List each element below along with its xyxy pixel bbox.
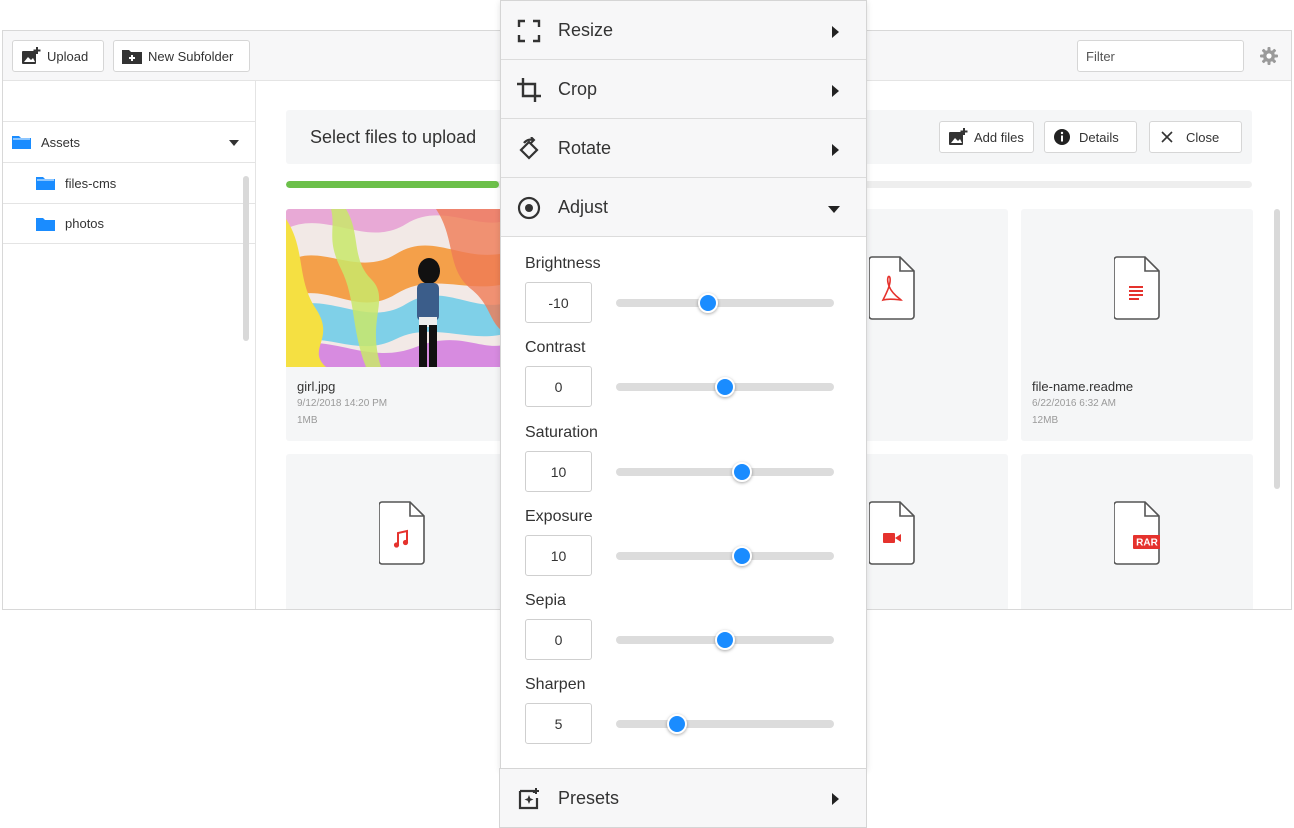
contrast-slider[interactable] [616,377,834,397]
resize-label: Resize [558,19,614,40]
sidebar-scrollbar[interactable] [243,176,249,341]
close-button[interactable]: Close [1149,121,1242,153]
file-name: girl.jpg [297,379,336,394]
sidebar-item-label: Assets [41,134,81,150]
resize-section[interactable]: Resize [501,1,866,60]
video-file-icon [869,501,915,565]
chevron-down-icon[interactable] [229,140,239,146]
upload-button[interactable]: Upload [12,40,104,72]
sidebar: Assets files-cms photos [3,81,256,609]
saturation-slider-handle[interactable] [732,462,753,482]
contrast-slider-handle[interactable] [715,377,735,397]
adjust-section[interactable]: Adjust [501,178,866,237]
file-card[interactable]: RAR [1021,454,1253,609]
archive-file-icon: RAR [1114,501,1160,565]
rar-badge: RAR [1136,538,1158,549]
sharpen-input[interactable]: 5 [525,703,592,744]
adjust-label: Adjust [558,196,609,217]
add-files-button[interactable]: Add files [939,121,1034,153]
sharpen-slider[interactable] [616,714,834,734]
chevron-right-icon [832,793,839,805]
exposure-slider-handle[interactable] [732,546,753,566]
exposure-slider[interactable] [616,546,834,566]
chevron-down-icon [828,206,840,213]
pdf-file-icon [869,256,915,320]
folder-icon [36,217,55,231]
sharpen-slider-handle[interactable] [667,714,688,734]
close-label: Close [1186,129,1220,145]
upload-progress-fill [286,181,499,188]
rotate-icon [517,136,541,161]
audio-file-icon [379,501,425,565]
new-subfolder-button[interactable]: New Subfolder [113,40,250,72]
file-thumbnail: RAR [1021,454,1253,609]
upload-label: Upload [47,48,89,64]
crop-label: Crop [558,78,598,99]
chevron-right-icon [832,26,839,38]
file-thumbnail [1021,209,1253,367]
chevron-right-icon [832,85,839,97]
text-file-icon [1114,256,1160,320]
brightness-label: Brightness [525,255,601,272]
file-size: 12MB [1032,415,1059,426]
contrast-input[interactable]: 0 [525,366,592,407]
folder-icon [12,136,31,149]
sidebar-item-photos[interactable]: photos [3,203,256,244]
rotate-label: Rotate [558,137,612,158]
sidebar-item-label: photos [65,216,105,231]
file-name: file-name.readme [1032,379,1134,394]
sidebar-item-files-cms[interactable]: files-cms [3,162,256,203]
add-files-label: Add files [974,129,1024,145]
sepia-label: Sepia [525,592,566,609]
saturation-input[interactable]: 10 [525,451,592,492]
sidebar-item-assets[interactable]: Assets [3,121,256,162]
close-icon [1160,128,1180,146]
folder-icon [36,177,55,190]
upload-title: Select files to upload [310,127,477,147]
saturation-label: Saturation [525,424,598,441]
add-image-icon [21,47,41,65]
brightness-input[interactable]: -10 [525,282,592,323]
contrast-label: Contrast [525,339,586,356]
file-card[interactable]: girl.jpg 9/12/2018 14:20 PM 1MB [286,209,518,441]
filter-input[interactable]: Filter [1077,40,1244,72]
gear-icon[interactable] [1259,46,1279,66]
add-folder-icon [122,47,142,65]
presets-section[interactable]: Presets [499,768,867,828]
presets-icon [517,787,541,811]
new-subfolder-label: New Subfolder [148,48,234,64]
crop-section[interactable]: Crop [501,60,866,119]
sidebar-item-label: files-cms [65,175,117,191]
content-scrollbar[interactable] [1274,209,1280,489]
image-editor-panel: Resize Crop Rotate Adjust Brightness -10… [500,0,867,769]
filter-placeholder: Filter [1086,48,1115,64]
file-card[interactable]: file-name.readme 6/22/2016 6:32 AM 12MB [1021,209,1253,441]
chevron-right-icon [832,144,839,156]
details-label: Details [1079,129,1119,145]
file-card[interactable] [286,454,518,609]
file-size: 1MB [297,415,318,426]
brightness-slider[interactable] [616,293,834,313]
resize-icon [517,19,541,43]
crop-icon [517,78,541,102]
saturation-slider[interactable] [616,462,834,482]
sharpen-label: Sharpen [525,676,586,693]
file-date: 9/12/2018 14:20 PM [297,398,388,409]
image-thumbnail [286,209,518,367]
sepia-input[interactable]: 0 [525,619,592,660]
add-image-icon [948,128,968,146]
exposure-label: Exposure [525,508,593,525]
file-date: 6/22/2016 6:32 AM [1032,398,1116,409]
sepia-slider-handle[interactable] [715,630,735,650]
file-thumbnail [286,454,518,609]
info-icon [1053,128,1073,146]
exposure-input[interactable]: 10 [525,535,592,576]
presets-label: Presets [558,787,620,808]
brightness-slider-handle[interactable] [697,293,718,313]
sepia-slider[interactable] [616,630,834,650]
details-button[interactable]: Details [1044,121,1137,153]
adjust-icon [517,196,541,220]
rotate-section[interactable]: Rotate [501,119,866,178]
